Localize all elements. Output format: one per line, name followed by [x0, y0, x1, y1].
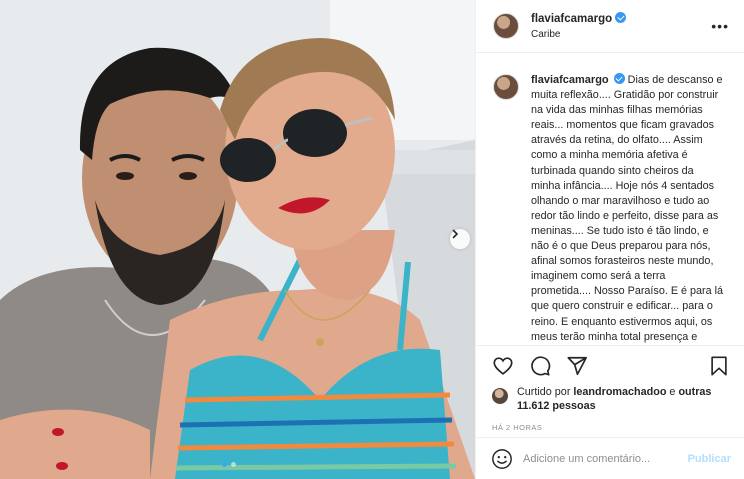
- caption-author-avatar[interactable]: [493, 74, 519, 100]
- verified-badge-icon: [613, 73, 625, 84]
- chevron-right-icon: [452, 229, 459, 239]
- carousel-dot: [231, 462, 236, 467]
- post-photo[interactable]: [0, 0, 475, 479]
- post-caption: flaviafcamargo Dias de descanso e muita …: [531, 73, 726, 345]
- comment-icon[interactable]: [529, 355, 551, 377]
- carousel-indicator: [222, 462, 236, 467]
- share-icon[interactable]: [566, 355, 588, 377]
- author-info: flaviafcamargo Caribe: [531, 10, 711, 42]
- post-header: flaviafcamargo Caribe •••: [476, 0, 744, 53]
- likes-summary: Curtido por leandromachadoo e outras 11.…: [476, 385, 744, 415]
- verified-badge-icon: [615, 12, 627, 23]
- caption-text: Dias de descanso e muita reflexão.... Gr…: [531, 74, 724, 343]
- comment-input[interactable]: [523, 452, 688, 465]
- likes-prefix: Curtido por: [517, 386, 571, 398]
- author-avatar[interactable]: [493, 13, 519, 39]
- post-location[interactable]: Caribe: [531, 27, 711, 42]
- caption-username[interactable]: flaviafcamargo: [531, 74, 609, 86]
- caption-section: flaviafcamargo Dias de descanso e muita …: [476, 53, 744, 345]
- author-username[interactable]: flaviafcamargo: [531, 13, 612, 25]
- emoji-icon[interactable]: [491, 448, 513, 470]
- likes-text: Curtido por leandromachadoo e outras 11.…: [517, 386, 728, 413]
- action-bar: [476, 345, 744, 385]
- first-liker-link[interactable]: leandromachadoo: [573, 386, 666, 398]
- carousel-next-button[interactable]: [450, 229, 470, 249]
- likes-conjunction: e: [669, 386, 676, 398]
- comment-bar: Publicar: [476, 437, 744, 479]
- more-options-icon[interactable]: •••: [711, 18, 729, 34]
- publish-button[interactable]: Publicar: [688, 453, 731, 465]
- photo-illustration: [0, 0, 475, 479]
- bookmark-icon[interactable]: [708, 355, 730, 377]
- heart-icon[interactable]: [492, 355, 514, 377]
- liker-avatar[interactable]: [492, 388, 508, 404]
- carousel-dot-active: [222, 462, 227, 467]
- post-sidebar: flaviafcamargo Caribe ••• flaviafcamargo…: [475, 0, 744, 479]
